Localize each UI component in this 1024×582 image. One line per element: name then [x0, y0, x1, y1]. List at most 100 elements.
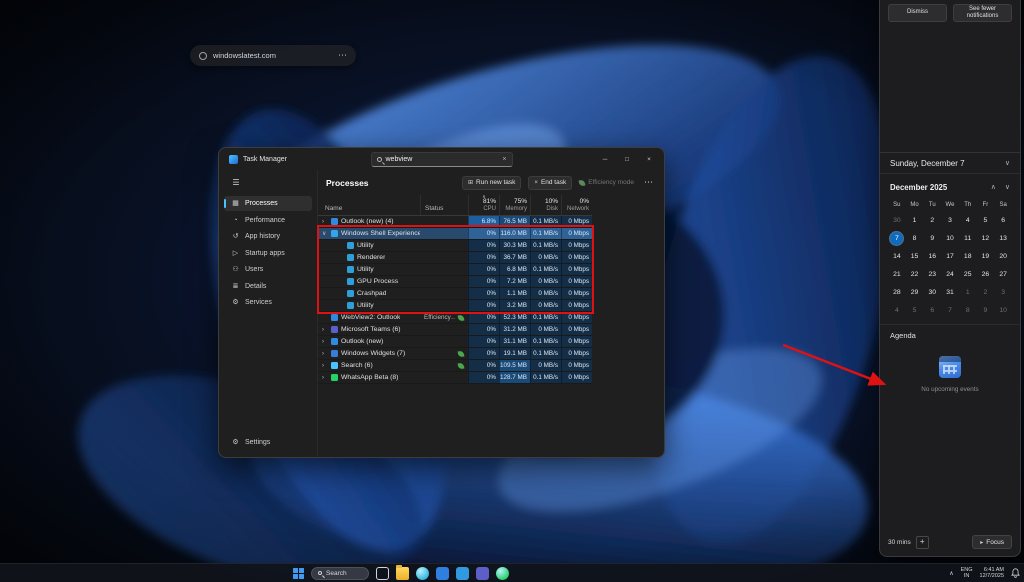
prev-month-icon[interactable]: ∧: [991, 184, 996, 191]
calendar-day[interactable]: 5: [906, 301, 924, 319]
more-options-icon[interactable]: ⋯: [338, 50, 347, 61]
process-row-microsoft-teams-6[interactable]: ›Microsoft Teams (6)0%31.2 MB0 MB/s0 Mbp…: [318, 324, 592, 336]
taskbar-icon-microsoft-store[interactable]: [436, 567, 449, 580]
expander-icon[interactable]: ›: [322, 339, 328, 345]
process-row-utility[interactable]: Utility0%6.8 MB0.1 MB/s0 Mbps: [318, 264, 592, 276]
calendar-day[interactable]: 19: [977, 247, 995, 265]
column-header-network[interactable]: 0%Network: [561, 195, 592, 215]
taskbar-icon-file-explorer[interactable]: [396, 567, 409, 580]
calendar-day[interactable]: 1: [906, 211, 924, 229]
maximize-button[interactable]: □: [616, 149, 638, 169]
minimize-button[interactable]: ─: [594, 149, 616, 169]
notification-bell-icon[interactable]: [1011, 568, 1020, 578]
process-row-windows-shell-experience-hos[interactable]: ∨Windows Shell Experience Hos…0%116.0 MB…: [318, 228, 592, 240]
browser-url-pill[interactable]: windowslatest.com ⋯: [190, 45, 356, 66]
calendar-day[interactable]: 9: [923, 229, 941, 247]
close-button[interactable]: ×: [638, 149, 660, 169]
column-header-disk[interactable]: 10%Disk: [530, 195, 561, 215]
calendar-day-selected[interactable]: 7: [888, 229, 906, 247]
expander-icon[interactable]: ›: [322, 351, 328, 357]
run-new-task-button[interactable]: ⊞ Run new task: [462, 176, 521, 190]
column-header-cpu[interactable]: ∧81%CPU: [468, 195, 499, 215]
calendar-date-header[interactable]: Sunday, December 7 ∨: [880, 152, 1020, 174]
calendar-day[interactable]: 26: [977, 265, 995, 283]
calendar-day[interactable]: 8: [906, 229, 924, 247]
start-button[interactable]: [293, 568, 304, 579]
process-row-crashpad[interactable]: Crashpad0%1.1 MB0 MB/s0 Mbps: [318, 288, 592, 300]
expander-icon[interactable]: ›: [322, 375, 328, 381]
increase-focus-duration-button[interactable]: +: [916, 536, 929, 549]
calendar-day[interactable]: 30: [888, 211, 906, 229]
end-task-button[interactable]: × End task: [528, 176, 572, 190]
process-row-utility[interactable]: Utility0%30.3 MB0.1 MB/s0 Mbps: [318, 240, 592, 252]
calendar-day[interactable]: 22: [906, 265, 924, 283]
task-manager-search-box[interactable]: webview ×: [371, 152, 513, 167]
process-row-renderer[interactable]: Renderer0%36.7 MB0 MB/s0 Mbps: [318, 252, 592, 264]
calendar-day[interactable]: 2: [977, 283, 995, 301]
efficiency-mode-button[interactable]: Efficiency mode: [579, 179, 634, 186]
menu-toggle-button[interactable]: ☰: [223, 174, 249, 190]
calendar-day[interactable]: 10: [994, 301, 1012, 319]
calendar-day[interactable]: 9: [977, 301, 995, 319]
taskbar-icon-whatsapp[interactable]: [496, 567, 509, 580]
process-row-outlook-new-4[interactable]: ›Outlook (new) (4)6.8%76.5 MB0.1 MB/s0 M…: [318, 216, 592, 228]
sidebar-item-settings[interactable]: ⚙ Settings: [224, 435, 312, 450]
calendar-day[interactable]: 1: [959, 283, 977, 301]
process-row-webview2-outlook[interactable]: WebView2: OutlookEfficiency…0%52.3 MB0.1…: [318, 312, 592, 324]
calendar-day[interactable]: 8: [959, 301, 977, 319]
calendar-day[interactable]: 29: [906, 283, 924, 301]
sidebar-item-performance[interactable]: ◔Performance: [224, 213, 312, 228]
focus-button[interactable]: ▸ Focus: [972, 535, 1012, 549]
taskbar-search-box[interactable]: Search: [311, 567, 369, 580]
calendar-day[interactable]: 4: [959, 211, 977, 229]
process-row-search-6[interactable]: ›Search (6)0%109.5 MB0 MB/s0 Mbps: [318, 360, 592, 372]
clear-search-icon[interactable]: ×: [502, 156, 506, 163]
expander-icon[interactable]: ›: [322, 363, 328, 369]
calendar-day[interactable]: 11: [959, 229, 977, 247]
toolbar-more-options-icon[interactable]: ⋯: [641, 177, 656, 188]
process-row-utility[interactable]: Utility0%3.2 MB0 MB/s0 Mbps: [318, 300, 592, 312]
expander-icon[interactable]: ∨: [322, 231, 328, 237]
calendar-day[interactable]: 2: [923, 211, 941, 229]
taskbar-icon-edge[interactable]: [416, 567, 429, 580]
process-row-windows-widgets-7[interactable]: ›Windows Widgets (7)0%19.1 MB0.1 MB/s0 M…: [318, 348, 592, 360]
process-row-gpu-process[interactable]: GPU Process0%7.2 MB0 MB/s0 Mbps: [318, 276, 592, 288]
sidebar-item-app-history[interactable]: ↺App history: [224, 229, 312, 244]
search-input[interactable]: webview: [386, 156, 499, 163]
calendar-day[interactable]: 18: [959, 247, 977, 265]
calendar-day[interactable]: 12: [977, 229, 995, 247]
sidebar-item-startup-apps[interactable]: ▷Startup apps: [224, 246, 312, 261]
dismiss-button[interactable]: Dismiss: [888, 4, 947, 22]
sidebar-item-services[interactable]: ⚙Services: [224, 295, 312, 310]
column-header-name[interactable]: Name: [318, 205, 420, 215]
sidebar-item-details[interactable]: ≣Details: [224, 279, 312, 294]
calendar-day[interactable]: 24: [941, 265, 959, 283]
language-indicator[interactable]: ENG IN: [961, 567, 973, 580]
next-month-icon[interactable]: ∨: [1005, 184, 1010, 191]
calendar-day[interactable]: 14: [888, 247, 906, 265]
calendar-day[interactable]: 3: [994, 283, 1012, 301]
collapse-calendar-icon[interactable]: ∨: [1005, 160, 1010, 167]
titlebar[interactable]: Task Manager webview × ─ □ ×: [219, 148, 664, 170]
see-fewer-notifications-button[interactable]: See fewer notifications: [953, 4, 1012, 22]
calendar-day[interactable]: 13: [994, 229, 1012, 247]
process-row-outlook-new[interactable]: ›Outlook (new)0%31.1 MB0.1 MB/s0 Mbps: [318, 336, 592, 348]
calendar-day[interactable]: 23: [923, 265, 941, 283]
calendar-day[interactable]: 5: [977, 211, 995, 229]
calendar-day[interactable]: 27: [994, 265, 1012, 283]
calendar-day[interactable]: 21: [888, 265, 906, 283]
calendar-day[interactable]: 6: [923, 301, 941, 319]
calendar-day[interactable]: 3: [941, 211, 959, 229]
sidebar-item-processes[interactable]: ▦Processes: [224, 196, 312, 211]
taskbar-icon-teams[interactable]: [476, 567, 489, 580]
calendar-day[interactable]: 20: [994, 247, 1012, 265]
calendar-day[interactable]: 30: [923, 283, 941, 301]
calendar-day[interactable]: 17: [941, 247, 959, 265]
clock[interactable]: 6:41 AM 12/7/2025: [980, 567, 1004, 580]
sidebar-item-users[interactable]: ⚇Users: [224, 262, 312, 277]
column-header-memory[interactable]: 75%Memory: [499, 195, 530, 215]
calendar-day[interactable]: 6: [994, 211, 1012, 229]
column-header-status[interactable]: Status: [420, 195, 468, 215]
calendar-day[interactable]: 4: [888, 301, 906, 319]
calendar-day[interactable]: 15: [906, 247, 924, 265]
